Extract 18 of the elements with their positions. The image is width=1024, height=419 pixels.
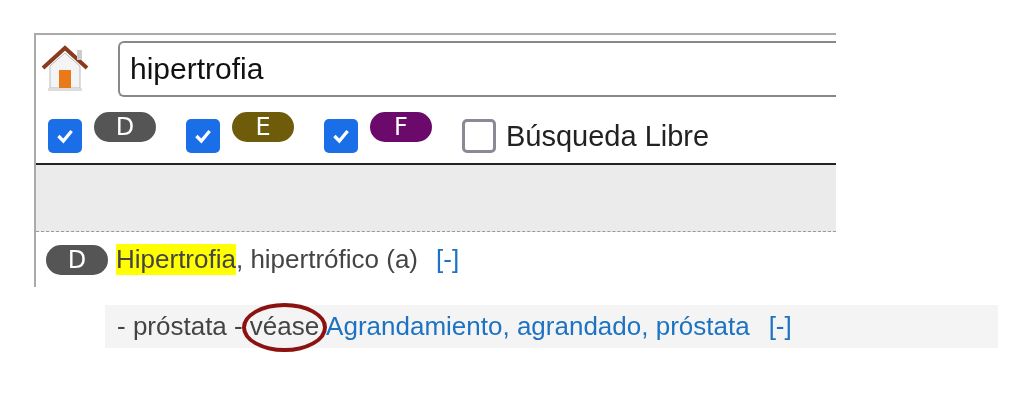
- category-badge: D: [46, 244, 108, 275]
- checked-checkbox[interactable]: [186, 119, 220, 153]
- checked-checkbox[interactable]: [48, 119, 82, 153]
- collapse-link[interactable]: [-]: [768, 311, 792, 342]
- category-badge: F: [370, 112, 432, 142]
- entry-text: , hipertrófico (a): [235, 244, 418, 275]
- search-field[interactable]: hipertrofia: [118, 41, 836, 97]
- category-badge: D: [94, 112, 156, 142]
- filter-label: Búsqueda Libre: [506, 119, 710, 153]
- checkbox[interactable]: [462, 119, 496, 153]
- collapse-link[interactable]: [-]: [436, 244, 460, 275]
- see-text: véase: [249, 311, 320, 341]
- checked-checkbox[interactable]: [324, 119, 358, 153]
- subentry-text: - próstata -: [117, 311, 243, 342]
- cross-reference-link[interactable]: Agrandamiento, agrandado, próstata: [326, 311, 750, 342]
- home-icon[interactable]: [40, 44, 90, 94]
- category-badge: E: [232, 112, 294, 142]
- entry-term: Hipertrofia: [116, 244, 236, 275]
